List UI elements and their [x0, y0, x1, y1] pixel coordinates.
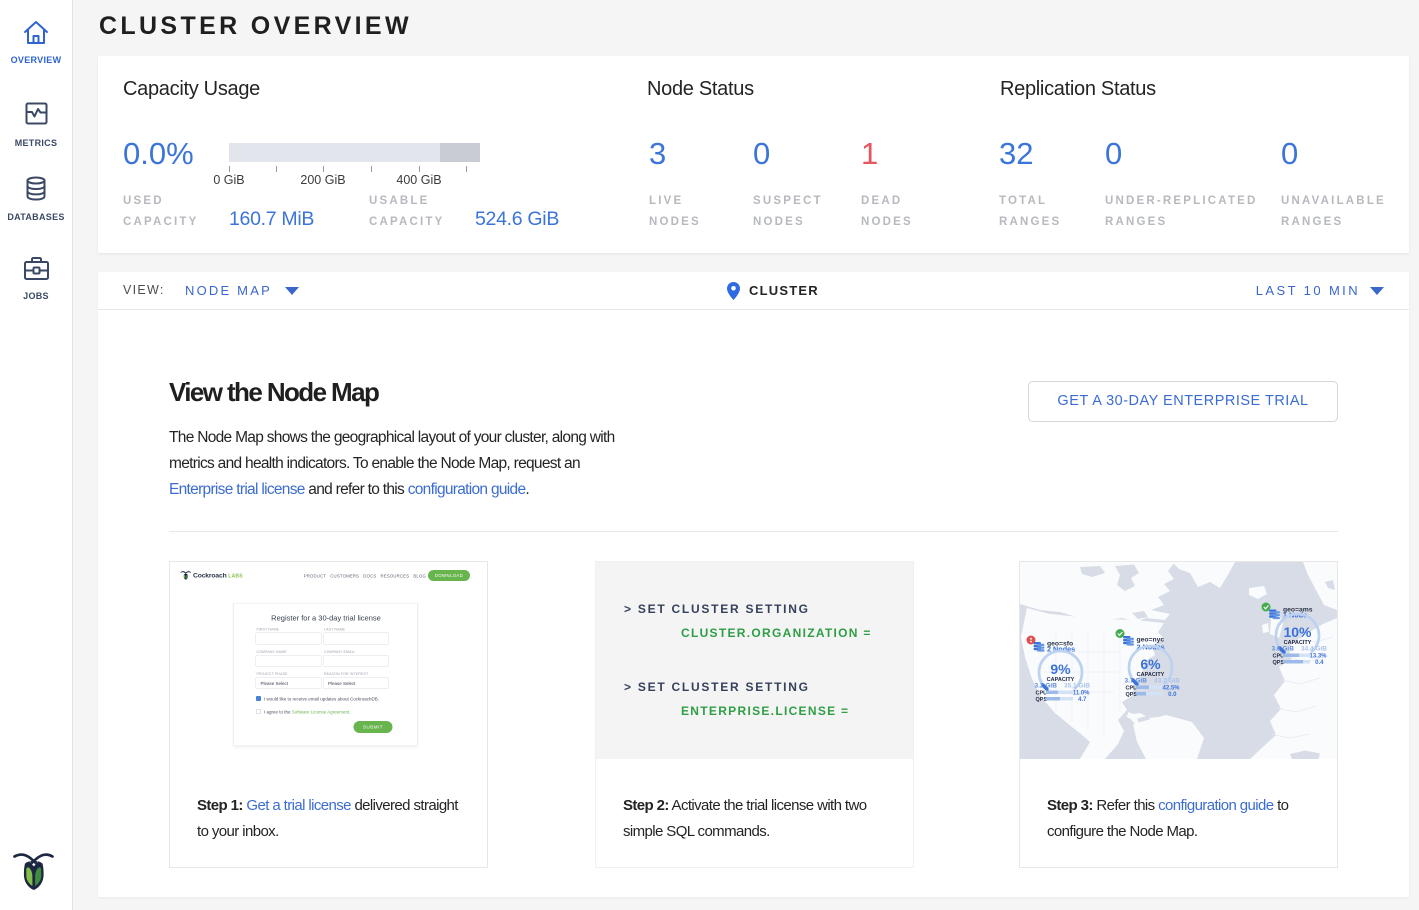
svg-text:43.7 GiB: 43.7 GiB: [1154, 678, 1180, 685]
svg-text:42.5%: 42.5%: [1162, 685, 1180, 691]
svg-text:0.4: 0.4: [1315, 660, 1324, 666]
svg-text:3.6 GiB: 3.6 GiB: [1272, 646, 1295, 653]
svg-text:QPS: QPS: [1273, 660, 1285, 666]
svg-text:34.4 GiB: 34.4 GiB: [1301, 646, 1327, 653]
svg-text:QPS: QPS: [1036, 697, 1048, 703]
svg-text:13.3%: 13.3%: [1309, 653, 1327, 659]
svg-text:CPU: CPU: [1036, 690, 1048, 696]
svg-text:CPU: CPU: [1273, 653, 1285, 659]
svg-text:CPU: CPU: [1126, 685, 1138, 691]
svg-text:QPS: QPS: [1126, 692, 1138, 698]
svg-text:0.0: 0.0: [1168, 692, 1177, 698]
svg-text:11.0%: 11.0%: [1073, 690, 1090, 696]
svg-text:3.2 GiB: 3.2 GiB: [1035, 683, 1058, 690]
svg-text:35.1 GiB: 35.1 GiB: [1064, 683, 1090, 690]
svg-text:4.7: 4.7: [1078, 697, 1087, 703]
svg-text:10%: 10%: [1283, 624, 1312, 640]
svg-text:3.7 GiB: 3.7 GiB: [1125, 678, 1148, 685]
svg-text:9%: 9%: [1050, 661, 1071, 677]
svg-text:6%: 6%: [1140, 656, 1161, 672]
